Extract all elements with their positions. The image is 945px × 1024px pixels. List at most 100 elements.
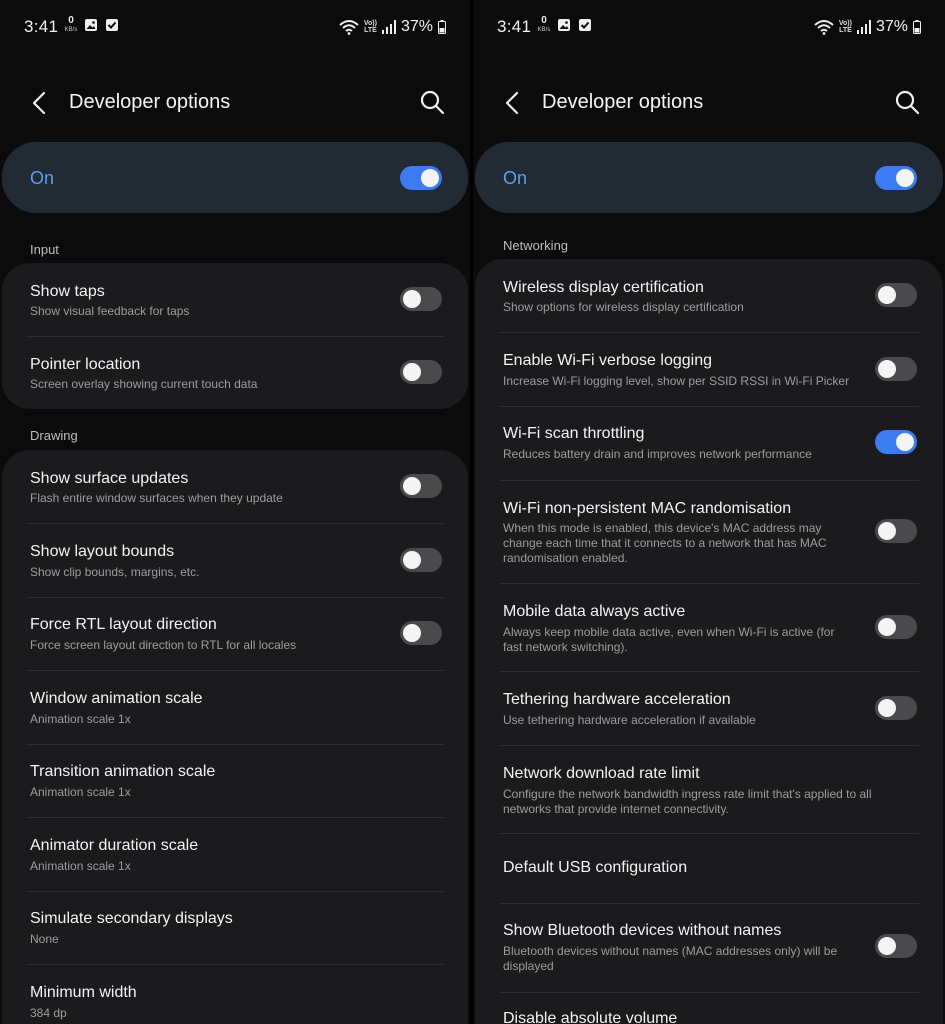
status-bar: 3:41 0 KB/s Vo)) LTE 37% [473,0,945,56]
setting-default-usb-configuration[interactable]: Default USB configuration [475,834,943,903]
setting-subtitle: Show clip bounds, margins, etc. [30,565,200,579]
wireless-display-certification-toggle[interactable] [875,283,917,307]
setting-title: Transition animation scale [30,763,216,780]
setting-subtitle: Animation scale 1x [30,712,131,726]
setting-show-taps[interactable]: Show taps Show visual feedback for taps [2,263,468,336]
toggle-knob [878,522,896,540]
wifi-verbose-logging-toggle[interactable] [875,357,917,381]
search-icon[interactable] [418,88,446,116]
setting-title: Wi-Fi scan throttling [503,425,645,442]
setting-subtitle: Reduces battery drain and improves netwo… [503,447,812,461]
wifi-icon [339,20,359,35]
wifi-scan-throttling-toggle[interactable] [875,430,917,454]
developer-options-master-switch[interactable]: On [2,142,468,213]
toggle-knob [878,699,896,717]
setting-transition-animation-scale[interactable]: Transition animation scale Animation sca… [2,744,468,817]
wifi-icon [814,20,834,35]
setting-bluetooth-devices-without-names[interactable]: Show Bluetooth devices without names Blu… [475,904,943,992]
setting-window-animation-scale[interactable]: Window animation scale Animation scale 1… [2,671,468,744]
toggle-knob [403,290,421,308]
signal-strength-icon [856,20,871,34]
back-arrow-icon[interactable] [499,88,529,118]
battery-icon [913,20,921,34]
setting-title: Animator duration scale [30,837,199,854]
setting-subtitle: Force screen layout direction to RTL for… [30,638,297,652]
setting-subtitle: Bluetooth devices without names (MAC add… [503,944,838,973]
setting-title: Pointer location [30,356,141,373]
setting-title: Wi-Fi non-persistent MAC randomisation [503,500,792,517]
show-taps-toggle[interactable] [400,287,442,311]
setting-disable-absolute-volume[interactable]: Disable absolute volume [475,993,943,1024]
network-speed-indicator: 0 KB/s [62,15,80,34]
setting-subtitle: Always keep mobile data active, even whe… [503,625,835,654]
developer-options-master-switch[interactable]: On [475,142,943,213]
force-rtl-toggle[interactable] [400,621,442,645]
setting-wifi-scan-throttling[interactable]: Wi-Fi scan throttling Reduces battery dr… [475,406,943,480]
search-icon[interactable] [893,88,921,116]
setting-title: Show layout bounds [30,543,175,560]
section-header-networking: Networking [503,238,569,253]
app-bar: Developer options [0,80,470,126]
networking-settings-group: Wireless display certification Show opti… [475,259,943,1024]
setting-animator-duration-scale[interactable]: Animator duration scale Animation scale … [2,818,468,891]
setting-title: Enable Wi-Fi verbose logging [503,352,712,369]
setting-subtitle: When this mode is enabled, this device's… [503,521,827,565]
setting-title: Show Bluetooth devices without names [503,922,782,939]
show-surface-updates-toggle[interactable] [400,474,442,498]
setting-pointer-location[interactable]: Pointer location Screen overlay showing … [2,336,468,409]
master-switch-label: On [503,168,528,188]
battery-icon [438,20,446,34]
gallery-notification-icon [85,19,97,31]
network-speed-value: 0 [68,15,74,26]
volte-indicator: Vo)) LTE [839,20,852,34]
master-switch-label: On [30,168,55,188]
setting-title: Show taps [30,283,105,300]
setting-title: Window animation scale [30,690,203,707]
phone-screen-left: 3:41 0 KB/s Vo)) LTE 37% Developer optio… [0,0,470,1024]
tethering-hardware-acceleration-toggle[interactable] [875,696,917,720]
pointer-location-toggle[interactable] [400,360,442,384]
network-speed-unit: KB/s [537,27,551,33]
setting-subtitle: Show visual feedback for taps [30,304,190,318]
mobile-data-always-active-toggle[interactable] [875,615,917,639]
setting-subtitle: Use tethering hardware acceleration if a… [503,713,756,727]
checkbox-notification-icon [106,19,118,31]
status-icons-right: Vo)) LTE 37% [339,16,446,38]
toggle-knob [403,477,421,495]
setting-network-download-rate-limit[interactable]: Network download rate limit Configure th… [475,746,943,834]
setting-force-rtl[interactable]: Force RTL layout direction Force screen … [2,597,468,670]
setting-wireless-display-certification[interactable]: Wireless display certification Show opti… [475,259,943,332]
toggle-knob [421,169,439,187]
battery-percent: 37% [875,18,908,35]
toggle-knob [896,433,914,451]
back-arrow-icon[interactable] [26,88,56,118]
setting-wifi-mac-randomisation[interactable]: Wi-Fi non-persistent MAC randomisation W… [475,480,943,583]
setting-minimum-width[interactable]: Minimum width 384 dp [2,965,468,1024]
setting-wifi-verbose-logging[interactable]: Enable Wi-Fi verbose logging Increase Wi… [475,333,943,406]
setting-title: Mobile data always active [503,603,686,620]
setting-mobile-data-always-active[interactable]: Mobile data always active Always keep mo… [475,584,943,672]
toggle-knob [403,624,421,642]
master-toggle[interactable] [400,166,442,190]
show-layout-bounds-toggle[interactable] [400,548,442,572]
setting-tethering-hardware-acceleration[interactable]: Tethering hardware acceleration Use teth… [475,672,943,745]
wifi-mac-randomisation-toggle[interactable] [875,519,917,543]
setting-subtitle: Configure the network bandwidth ingress … [503,787,872,816]
setting-show-layout-bounds[interactable]: Show layout bounds Show clip bounds, mar… [2,524,468,597]
master-toggle[interactable] [875,166,917,190]
setting-subtitle: None [30,932,59,946]
toggle-knob [878,286,896,304]
setting-title: Force RTL layout direction [30,616,217,633]
section-header-drawing: Drawing [30,428,78,443]
app-bar: Developer options [473,80,945,126]
setting-subtitle: Screen overlay showing current touch dat… [30,377,258,391]
section-header-input: Input [30,242,59,257]
setting-title: Network download rate limit [503,765,700,782]
setting-title: Minimum width [30,984,137,1001]
page-title: Developer options [69,91,231,113]
setting-title: Default USB configuration [503,859,688,876]
setting-simulate-secondary-displays[interactable]: Simulate secondary displays None [2,891,468,964]
setting-show-surface-updates[interactable]: Show surface updates Flash entire window… [2,450,468,523]
bluetooth-devices-without-names-toggle[interactable] [875,934,917,958]
toggle-knob [403,363,421,381]
